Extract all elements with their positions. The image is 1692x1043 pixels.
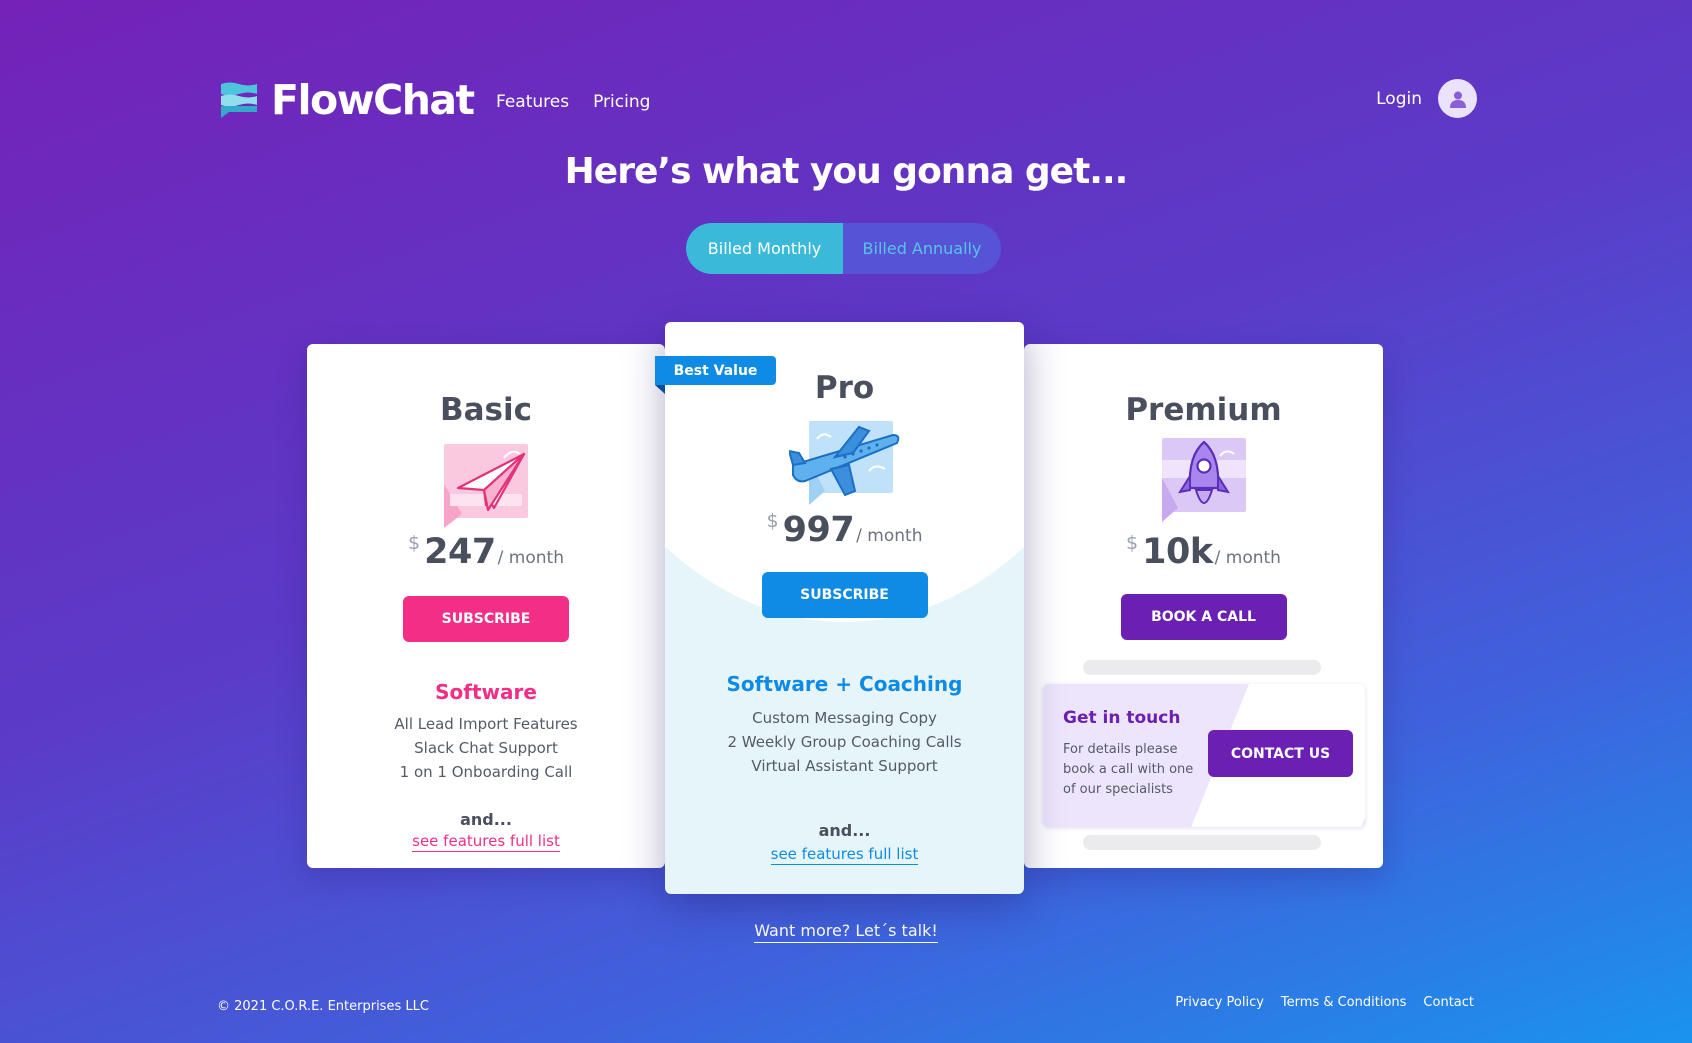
feature-item: 2 Weekly Group Coaching Calls (727, 733, 962, 751)
plan-card-premium: Premium $ 10k / month BOOK A CALL Get in… (1024, 344, 1383, 868)
currency-symbol: $ (1126, 532, 1139, 554)
brand-logo[interactable]: FlowChat (221, 76, 475, 124)
subscribe-pro-button[interactable]: SUBSCRIBE (761, 572, 928, 618)
airplane-icon (788, 421, 899, 505)
want-more-link[interactable]: Want more? Let´s talk! (754, 921, 938, 943)
main-nav: Features Pricing (496, 92, 650, 112)
feature-item: Custom Messaging Copy (752, 709, 937, 727)
currency-symbol: $ (766, 510, 779, 532)
currency-symbol: $ (408, 532, 421, 554)
placeholder-bar (1083, 835, 1321, 850)
see-features-link[interactable]: see features full list (412, 832, 560, 852)
plan-name: Basic (439, 392, 532, 428)
page-headline: Here’s what you gonna get... (564, 151, 1129, 192)
want-more-wrap: Want more? Let´s talk! (0, 921, 1692, 943)
feature-item: All Lead Import Features (394, 715, 578, 733)
price-amount: 10k (1142, 532, 1213, 572)
user-icon (1449, 91, 1466, 108)
account-area: Login (1376, 79, 1477, 118)
price-amount: 247 (424, 532, 496, 572)
plan-card-basic: Basic $ 247 / month SUBSCRIBE Software A… (307, 344, 665, 868)
tier-title: Software + Coaching (726, 672, 963, 696)
plan-card-pro: Pro $ 997 / month SUBSCRIBE Software + C… (665, 322, 1024, 894)
billing-toggle: Billed Monthly Billed Annually (686, 223, 1001, 274)
subscribe-basic-button[interactable]: SUBSCRIBE (403, 596, 569, 642)
login-link[interactable]: Login (1376, 89, 1422, 109)
billed-monthly-option[interactable]: Billed Monthly (686, 223, 843, 274)
price-period: / month (1214, 548, 1281, 568)
feature-list: All Lead Import Features Slack Chat Supp… (307, 712, 665, 784)
and-more-label: and... (818, 821, 871, 840)
plan-price: $ 247 / month (307, 532, 665, 572)
see-features-link[interactable]: see features full list (770, 845, 919, 865)
best-value-badge: Best Value (655, 356, 776, 385)
nav-pricing[interactable]: Pricing (593, 92, 650, 112)
feature-item: 1 on 1 Onboarding Call (399, 763, 573, 781)
plan-name: Premium (1125, 392, 1282, 428)
feature-item: Virtual Assistant Support (751, 757, 938, 775)
terms-conditions-link[interactable]: Terms & Conditions (1281, 995, 1407, 1010)
contact-link[interactable]: Contact (1423, 995, 1474, 1010)
brand-name: FlowChat (271, 76, 475, 124)
footer-links: Privacy Policy Terms & Conditions Contac… (1175, 995, 1474, 1010)
feature-item: Slack Chat Support (414, 739, 558, 757)
features-link-wrap: see features full list (665, 845, 1024, 865)
badge-ribbon-fold (655, 385, 665, 394)
contact-us-button[interactable]: CONTACT US (1208, 730, 1353, 777)
and-more-label: and... (460, 810, 512, 829)
privacy-policy-link[interactable]: Privacy Policy (1175, 995, 1264, 1010)
features-link-wrap: see features full list (307, 832, 665, 852)
get-in-touch-text: For details please book a call with one … (1063, 742, 1194, 797)
plan-price: $ 10k / month (1024, 532, 1383, 572)
get-in-touch-title: Get in touch (1063, 708, 1181, 728)
price-period: / month (856, 526, 923, 546)
tier-title: Software (435, 680, 537, 704)
footer-copyright: © 2021 C.O.R.E. Enterprises LLC (217, 999, 429, 1014)
placeholder-bar (1083, 660, 1321, 675)
flowchat-logo-icon (221, 82, 257, 118)
get-in-touch-box: Get in touch For details please book a c… (1043, 684, 1365, 827)
nav-features[interactable]: Features (496, 92, 569, 112)
plan-price: $ 997 / month (665, 510, 1024, 550)
avatar[interactable] (1438, 79, 1477, 118)
price-period: / month (497, 548, 564, 568)
header: FlowChat Features Pricing Login (218, 72, 1477, 124)
feature-list: Custom Messaging Copy 2 Weekly Group Coa… (665, 706, 1024, 778)
price-amount: 997 (782, 510, 855, 550)
billed-annually-option[interactable]: Billed Annually (843, 223, 1001, 274)
rocket-icon (1161, 438, 1246, 522)
book-a-call-button[interactable]: BOOK A CALL (1120, 594, 1287, 640)
paper-plane-icon (444, 444, 528, 528)
